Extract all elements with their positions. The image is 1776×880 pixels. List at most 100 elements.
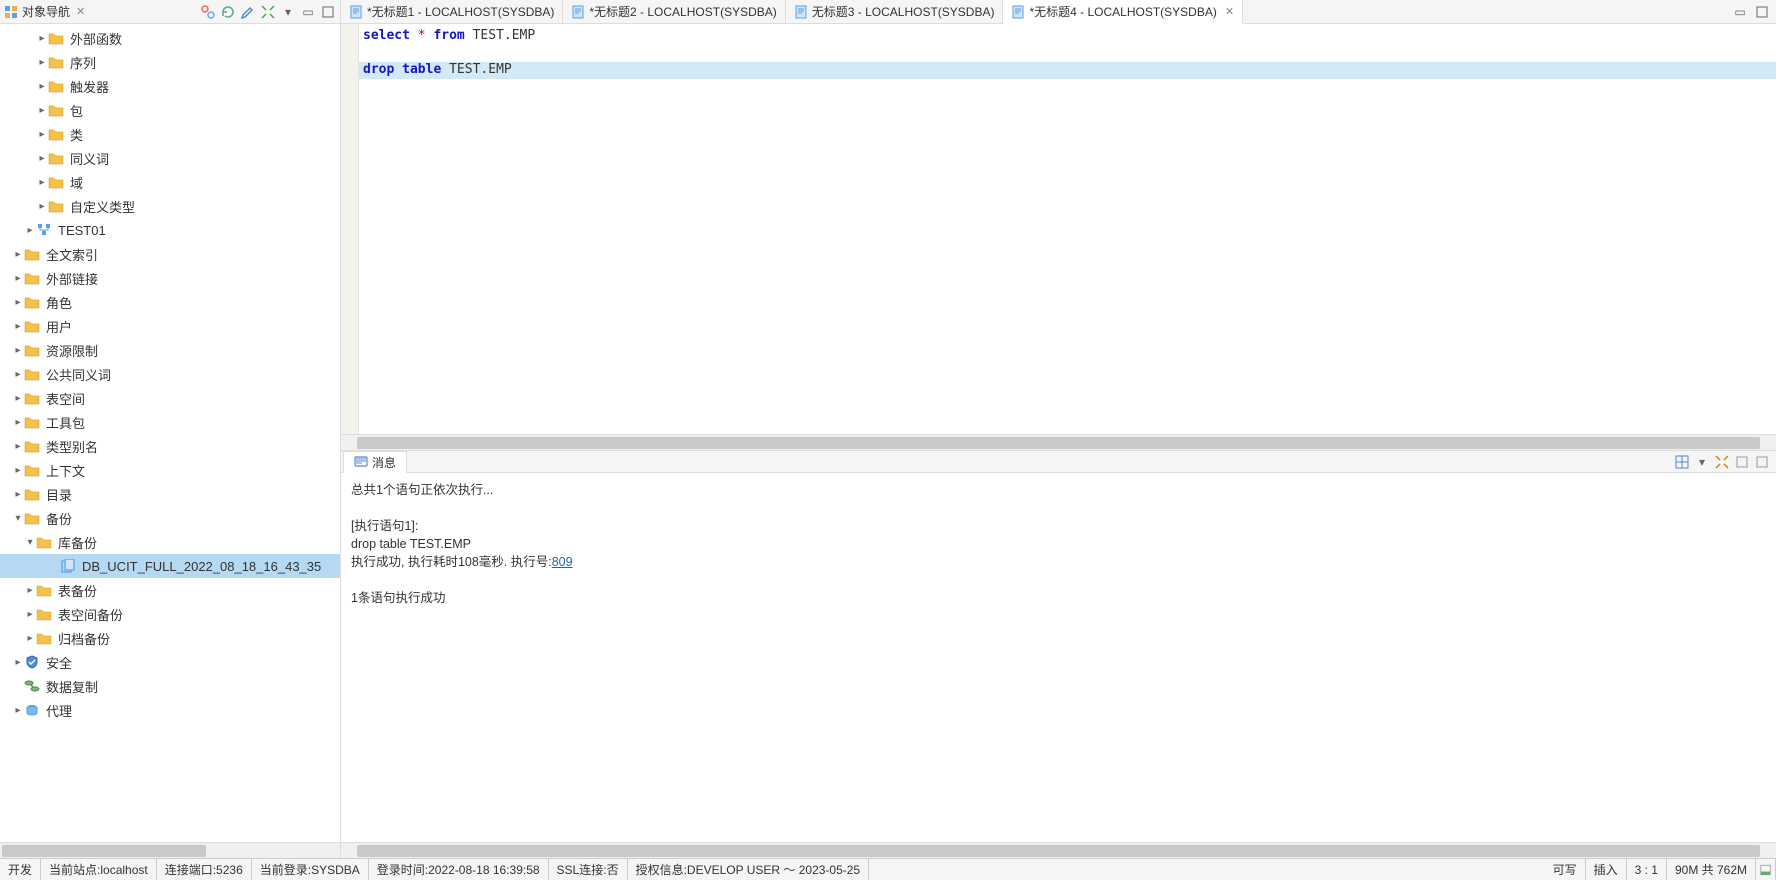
chevron-down-icon[interactable] bbox=[12, 513, 24, 524]
chevron-right-icon[interactable] bbox=[12, 465, 24, 476]
chevron-right-icon[interactable] bbox=[24, 633, 36, 644]
tree-item[interactable]: 类型别名 bbox=[0, 434, 340, 458]
tree-item[interactable]: 角色 bbox=[0, 290, 340, 314]
chevron-down-icon[interactable] bbox=[24, 537, 36, 548]
chevron-right-icon[interactable] bbox=[12, 441, 24, 452]
tree-item[interactable]: 表备份 bbox=[0, 578, 340, 602]
chevron-right-icon[interactable] bbox=[12, 345, 24, 356]
execution-id-link[interactable]: 809 bbox=[552, 555, 573, 569]
chevron-right-icon[interactable] bbox=[12, 489, 24, 500]
tree-item[interactable]: 全文索引 bbox=[0, 242, 340, 266]
chevron-right-icon[interactable] bbox=[12, 393, 24, 404]
tree-item[interactable]: 备份 bbox=[0, 506, 340, 530]
chevron-right-icon[interactable] bbox=[24, 609, 36, 620]
tree-item[interactable]: 安全 bbox=[0, 650, 340, 674]
messages-tab[interactable]: 消息 bbox=[343, 451, 407, 473]
expand-icon[interactable] bbox=[1714, 454, 1730, 470]
chevron-right-icon[interactable] bbox=[12, 273, 24, 284]
expand-icon[interactable] bbox=[260, 4, 276, 20]
editor-tab[interactable]: *无标题1 - LOCALHOST(SYSDBA) bbox=[341, 0, 563, 23]
object-tree[interactable]: 外部函数序列触发器包类同义词域自定义类型TEST01全文索引外部链接角色用户资源… bbox=[0, 24, 340, 842]
maximize-icon[interactable] bbox=[320, 4, 336, 20]
editor-tab[interactable]: *无标题2 - LOCALHOST(SYSDBA) bbox=[563, 0, 785, 23]
chevron-right-icon[interactable] bbox=[12, 705, 24, 716]
tree-item[interactable]: 资源限制 bbox=[0, 338, 340, 362]
sidebar-scrollbar[interactable] bbox=[0, 842, 340, 858]
chevron-down-icon[interactable]: ▾ bbox=[1694, 454, 1710, 470]
editor-scrollbar[interactable] bbox=[341, 434, 1776, 450]
tree-item[interactable]: 域 bbox=[0, 170, 340, 194]
tree-item[interactable]: 目录 bbox=[0, 482, 340, 506]
maximize-icon[interactable] bbox=[1754, 4, 1770, 20]
chevron-right-icon[interactable] bbox=[36, 201, 48, 212]
tree-item[interactable]: 代理 bbox=[0, 698, 340, 722]
chevron-right-icon[interactable] bbox=[36, 81, 48, 92]
tree-item[interactable]: DB_UCIT_FULL_2022_08_18_16_43_35 bbox=[0, 554, 340, 578]
chevron-right-icon[interactable] bbox=[24, 585, 36, 596]
chevron-right-icon[interactable] bbox=[36, 57, 48, 68]
tree-item-label: 工具包 bbox=[46, 413, 85, 432]
code-line[interactable] bbox=[359, 45, 1776, 62]
tree-item-label: 备份 bbox=[46, 509, 72, 528]
code-line[interactable]: drop table TEST.EMP bbox=[359, 62, 1776, 79]
tree-item[interactable]: 自定义类型 bbox=[0, 194, 340, 218]
chevron-right-icon[interactable] bbox=[12, 417, 24, 428]
tree-item[interactable]: 同义词 bbox=[0, 146, 340, 170]
close-icon[interactable] bbox=[1754, 454, 1770, 470]
folder-icon bbox=[24, 343, 40, 357]
tree-item[interactable]: 表空间备份 bbox=[0, 602, 340, 626]
tree-item[interactable]: 外部函数 bbox=[0, 26, 340, 50]
messages-output[interactable]: 总共1个语句正依次执行... [执行语句1]: drop table TEST.… bbox=[341, 473, 1776, 842]
tree-item[interactable]: 归档备份 bbox=[0, 626, 340, 650]
chevron-right-icon[interactable] bbox=[12, 657, 24, 668]
refresh-icon[interactable] bbox=[220, 4, 236, 20]
tree-item[interactable]: 库备份 bbox=[0, 530, 340, 554]
tree-item[interactable]: TEST01 bbox=[0, 218, 340, 242]
tree-item-label: 归档备份 bbox=[58, 629, 110, 648]
chevron-right-icon[interactable] bbox=[12, 297, 24, 308]
tree-item[interactable]: 上下文 bbox=[0, 458, 340, 482]
chevron-right-icon[interactable] bbox=[36, 33, 48, 44]
folder-icon bbox=[48, 127, 64, 141]
sql-editor[interactable]: select * from TEST.EMP drop table TEST.E… bbox=[341, 24, 1776, 434]
code-line[interactable]: select * from TEST.EMP bbox=[359, 28, 1776, 45]
tree-item[interactable]: 用户 bbox=[0, 314, 340, 338]
tree-item[interactable]: 类 bbox=[0, 122, 340, 146]
chevron-right-icon[interactable] bbox=[12, 249, 24, 260]
settings-icon[interactable] bbox=[1734, 454, 1750, 470]
link-icon[interactable] bbox=[200, 4, 216, 20]
chevron-down-icon[interactable]: ▾ bbox=[280, 4, 296, 20]
editor-tab[interactable]: 无标题3 - LOCALHOST(SYSDBA) bbox=[786, 0, 1004, 23]
chevron-right-icon[interactable] bbox=[36, 129, 48, 140]
messages-scrollbar[interactable] bbox=[341, 842, 1776, 858]
sidebar-title: 对象导航 bbox=[22, 3, 70, 20]
edit-icon[interactable] bbox=[240, 4, 256, 20]
editor-tab[interactable]: *无标题4 - LOCALHOST(SYSDBA) ✕ bbox=[1003, 0, 1243, 24]
tree-item[interactable]: 触发器 bbox=[0, 74, 340, 98]
tree-item-label: 库备份 bbox=[58, 533, 97, 552]
tree-item[interactable]: 表空间 bbox=[0, 386, 340, 410]
tree-item[interactable]: 序列 bbox=[0, 50, 340, 74]
chevron-right-icon[interactable] bbox=[36, 105, 48, 116]
chevron-right-icon[interactable] bbox=[36, 153, 48, 164]
tree-item[interactable]: 工具包 bbox=[0, 410, 340, 434]
replica-icon bbox=[24, 679, 40, 693]
close-icon[interactable]: ✕ bbox=[1225, 5, 1234, 18]
chevron-right-icon[interactable] bbox=[36, 177, 48, 188]
close-icon[interactable]: ✕ bbox=[76, 5, 85, 18]
folder-icon bbox=[24, 463, 40, 477]
chevron-right-icon[interactable] bbox=[12, 369, 24, 380]
folder-icon bbox=[24, 319, 40, 333]
tree-item[interactable]: 数据复制 bbox=[0, 674, 340, 698]
editor-tabs: *无标题1 - LOCALHOST(SYSDBA)*无标题2 - LOCALHO… bbox=[341, 0, 1776, 24]
tree-item[interactable]: 外部链接 bbox=[0, 266, 340, 290]
chevron-right-icon[interactable] bbox=[12, 321, 24, 332]
chevron-right-icon[interactable] bbox=[24, 225, 36, 236]
tree-item[interactable]: 包 bbox=[0, 98, 340, 122]
minimize-icon[interactable]: ▭ bbox=[300, 4, 316, 20]
tree-item[interactable]: 公共同义词 bbox=[0, 362, 340, 386]
grid-icon[interactable] bbox=[1674, 454, 1690, 470]
minimize-icon[interactable]: ▭ bbox=[1732, 4, 1748, 20]
tree-item-label: 触发器 bbox=[70, 77, 109, 96]
tab-label: *无标题4 - LOCALHOST(SYSDBA) bbox=[1029, 3, 1216, 20]
